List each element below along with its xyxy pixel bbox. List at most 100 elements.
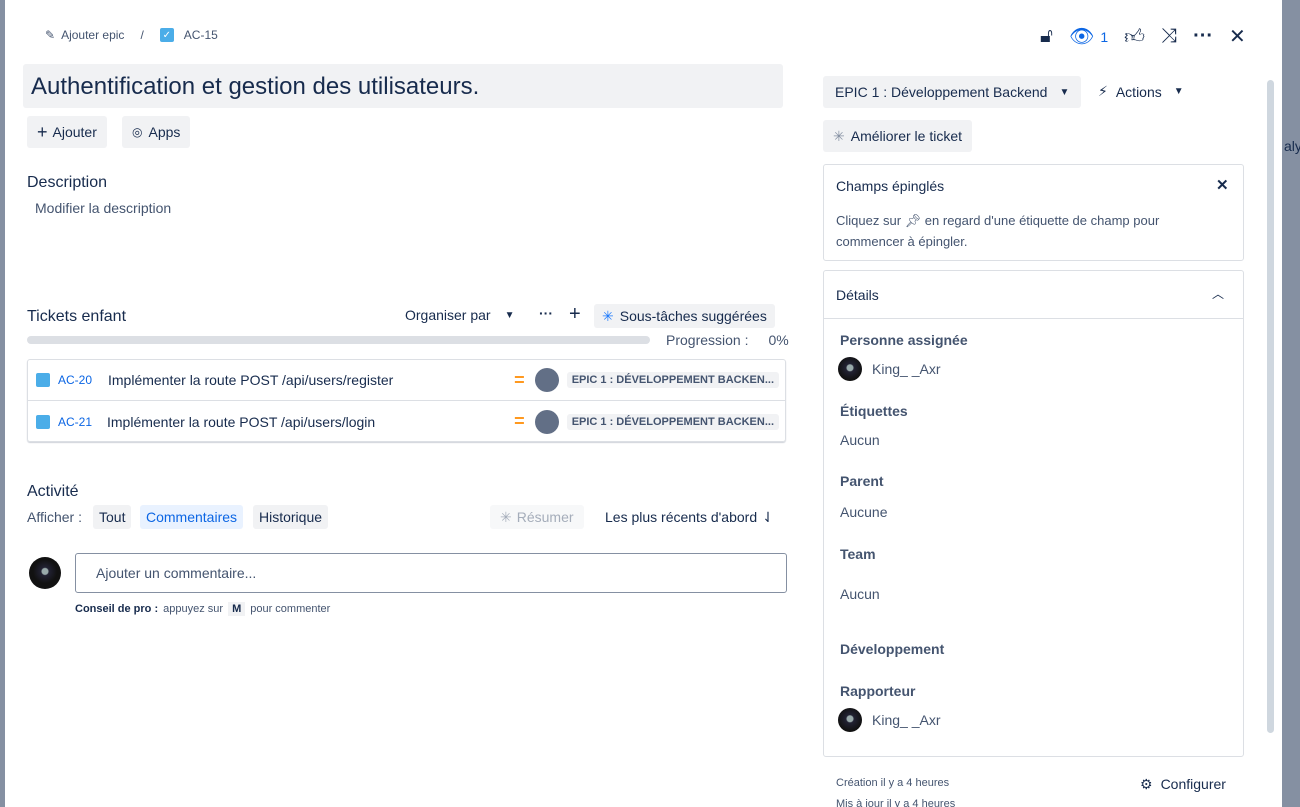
issue-title[interactable]: Authentification et gestion des utilisat… — [23, 64, 783, 108]
breadcrumb: ✎ Ajouter epic / ✓ AC-15 — [45, 28, 218, 42]
scrollbar[interactable] — [1267, 80, 1274, 733]
subtask-icon — [36, 414, 50, 429]
pencil-icon: ✎ — [45, 28, 56, 42]
sparkle-icon: ✳ — [833, 127, 845, 144]
more-icon[interactable]: ··· — [539, 305, 553, 321]
child-parent-lozenge[interactable]: EPIC 1 : DÉVELOPPEMENT BACKEN... — [566, 372, 779, 388]
sort-label: Les plus récents d'abord — [605, 509, 758, 525]
child-issue-summary[interactable]: Implémenter la route POST /api/users/reg… — [108, 372, 393, 388]
add-button[interactable]: + Ajouter — [27, 116, 107, 148]
created-timestamp: Création il y a 4 heures — [836, 777, 950, 789]
reporter-value: King_ _Axr — [872, 712, 941, 728]
labels-value[interactable]: Aucun — [840, 432, 880, 448]
suggested-label: Sous-tâches suggérées — [619, 308, 767, 324]
close-icon[interactable]: ✕ — [1229, 24, 1246, 49]
parent-value[interactable]: Aucune — [840, 504, 887, 520]
add-epic-link[interactable]: Ajouter epic — [61, 28, 124, 42]
suggested-subtasks-button[interactable]: ✳ Sous-tâches suggérées — [594, 304, 775, 328]
organize-by-button[interactable]: Organiser par ▼ — [405, 307, 515, 323]
watch-button[interactable]: 👁︎ 1 — [1069, 24, 1108, 49]
user-avatar — [838, 357, 862, 381]
sparkle-icon: ✳ — [602, 307, 614, 324]
child-issue-row[interactable]: AC-21 Implémenter la route POST /api/use… — [27, 401, 786, 442]
sparkle-icon: ✳ — [500, 508, 512, 525]
details-header[interactable]: Détails ︿ — [824, 271, 1243, 319]
user-avatar — [29, 557, 61, 589]
gear-icon: ⚙ — [1140, 776, 1153, 792]
filter-all[interactable]: Tout — [93, 505, 132, 529]
assignee-label: Personne assignée — [840, 332, 968, 348]
issue-key-link[interactable]: AC-15 — [184, 28, 218, 42]
details-panel: Détails ︿ Personne assignée King_ _Axr É… — [823, 270, 1244, 757]
unlock-icon[interactable]: 🔓︎ — [1040, 25, 1053, 48]
thumbs-up-icon[interactable]: 👍︎ — [1124, 25, 1145, 49]
subtask-icon — [36, 373, 50, 387]
apps-button[interactable]: ◎ Apps — [122, 116, 191, 148]
reporter-label: Rapporteur — [840, 683, 916, 699]
shortcut-key: M — [228, 602, 246, 616]
lightning-icon: ⚡︎ — [1098, 83, 1108, 99]
chevron-down-icon: ▼ — [504, 309, 515, 321]
development-label: Développement — [840, 641, 945, 657]
actions-label: Actions — [1115, 83, 1162, 100]
reporter-field[interactable]: King_ _Axr — [838, 708, 940, 732]
unassigned-avatar[interactable] — [534, 368, 559, 392]
add-label: Ajouter — [52, 124, 97, 140]
child-issue-key[interactable]: AC-20 — [58, 373, 102, 387]
filter-history[interactable]: Historique — [253, 505, 329, 529]
progress-readout: Progression : 0% — [666, 332, 789, 348]
breadcrumb-separator: / — [140, 28, 144, 42]
pinned-fields-title: Champs épinglés — [836, 178, 945, 194]
unassigned-avatar[interactable] — [534, 409, 559, 434]
comment-input[interactable]: Ajouter un commentaire... — [75, 553, 787, 593]
more-icon[interactable]: ··· — [1193, 25, 1213, 48]
child-parent-lozenge[interactable]: EPIC 1 : DÉVELOPPEMENT BACKEN... — [566, 413, 779, 430]
summarize-button[interactable]: ✳ Résumer — [490, 505, 584, 529]
pin-icon: 📌︎ — [904, 213, 922, 228]
issue-modal: ✎ Ajouter epic / ✓ AC-15 🔓︎ 👁︎ 1 👍︎ ⤨ ···… — [5, 0, 1282, 807]
description-field[interactable]: Modifier la description — [35, 200, 171, 216]
description-heading: Description — [27, 174, 108, 191]
configure-label: Configurer — [1160, 776, 1226, 792]
progress-value: 0% — [768, 332, 789, 348]
backdrop-text: aly — [1284, 138, 1300, 154]
chevron-down-icon: ▼ — [1173, 86, 1184, 97]
assignee-field[interactable]: King_ _Axr — [838, 357, 940, 381]
pro-tip: Conseil de pro : appuyez sur M pour comm… — [75, 602, 330, 616]
labels-label: Étiquettes — [840, 403, 908, 419]
share-icon[interactable]: ⤨ — [1161, 25, 1177, 48]
show-label: Afficher : — [27, 509, 82, 525]
apps-label: Apps — [148, 124, 181, 140]
add-child-icon[interactable]: + — [569, 303, 581, 326]
improve-ticket-button[interactable]: ✳ Améliorer le ticket — [823, 120, 972, 152]
progress-bar — [27, 336, 650, 344]
pro-tip-text: appuyez sur — [163, 603, 224, 615]
sort-button[interactable]: Les plus récents d'abord ⇃ — [605, 509, 774, 526]
child-issue-key[interactable]: AC-21 — [58, 415, 102, 429]
sort-icon: ⇃ — [762, 509, 774, 525]
team-value[interactable]: Aucun — [840, 586, 880, 602]
pinned-fields-hint: Cliquez sur 📌︎ en regard d'une étiquette… — [836, 210, 1216, 252]
assignee-value: King_ _Axr — [872, 361, 941, 377]
apps-icon: ◎ — [132, 125, 143, 139]
close-icon[interactable]: ✕ — [1216, 176, 1229, 194]
improve-label: Améliorer le ticket — [850, 128, 962, 144]
filter-comments[interactable]: Commentaires — [140, 505, 244, 529]
summarize-label: Résumer — [516, 509, 574, 525]
pinned-fields-panel: Champs épinglés ✕ Cliquez sur 📌︎ en rega… — [823, 164, 1244, 261]
configure-button[interactable]: ⚙ Configurer — [1140, 776, 1226, 793]
epic-status-dropdown[interactable]: EPIC 1 : Développement Backend ▼ — [823, 76, 1082, 108]
eye-icon: 👁︎ — [1068, 26, 1095, 48]
child-issue-summary[interactable]: Implémenter la route POST /api/users/log… — [107, 414, 375, 430]
details-title: Détails — [836, 287, 879, 303]
pro-tip-text: pour commenter — [250, 603, 331, 615]
activity-heading: Activité — [27, 483, 79, 500]
plus-icon: + — [37, 121, 48, 142]
actions-button[interactable]: ⚡︎ Actions ▼ — [1098, 83, 1184, 100]
user-avatar — [838, 708, 862, 732]
child-issue-row[interactable]: AC-20 Implémenter la route POST /api/use… — [27, 360, 786, 401]
hint-text: Cliquez sur — [836, 213, 902, 228]
priority-medium-icon: = — [514, 411, 525, 431]
chevron-up-icon: ︿ — [1212, 287, 1225, 301]
progress-label: Progression : — [666, 332, 749, 348]
